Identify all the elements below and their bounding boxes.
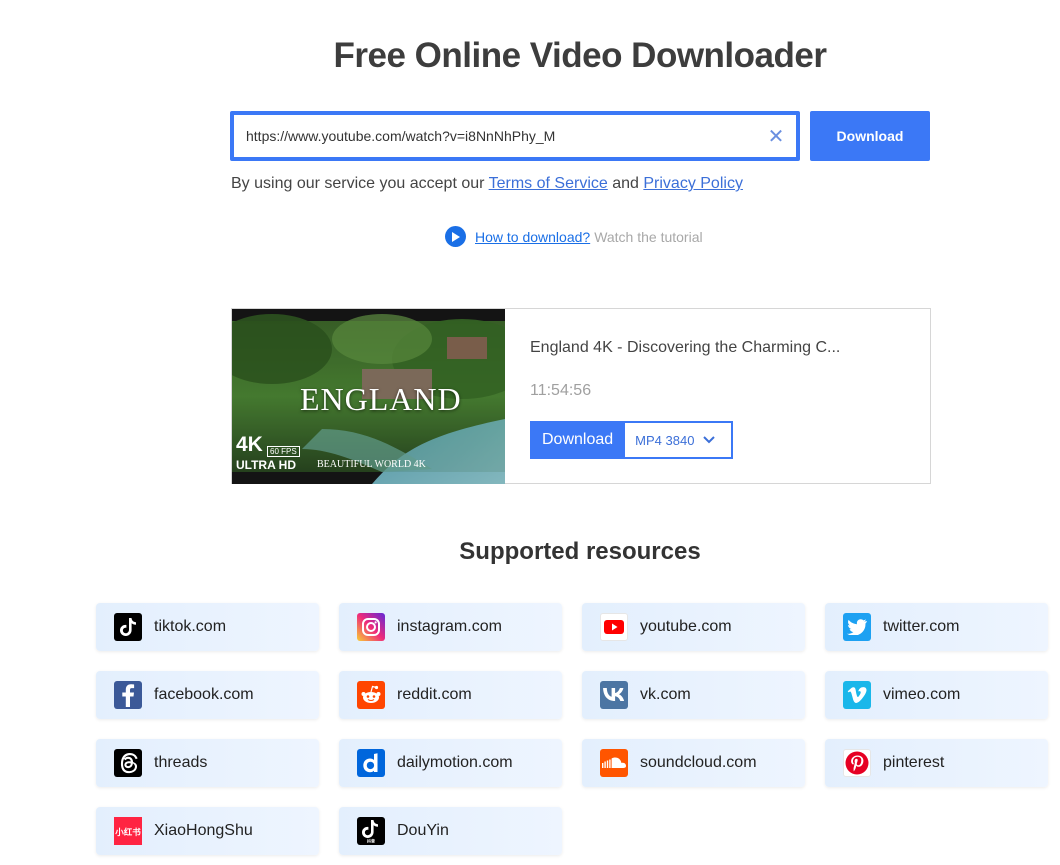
vimeo-icon bbox=[843, 681, 871, 709]
xiaohongshu-icon: 小红书 bbox=[114, 817, 142, 845]
resource-card-instagram[interactable]: instagram.com bbox=[339, 603, 562, 651]
thumbnail-badge-uhd: ULTRA HD bbox=[236, 458, 296, 472]
vk-icon bbox=[600, 681, 628, 709]
resource-label: threads bbox=[154, 754, 208, 771]
dailymotion-icon bbox=[357, 749, 385, 777]
resource-card-xiaohongshu[interactable]: 小红书 XiaoHongShu bbox=[96, 807, 319, 855]
facebook-icon bbox=[114, 681, 142, 709]
supported-resources-grid: tiktok.com instagram.com youtube.com twitte… bbox=[96, 603, 1056, 855]
resource-card-tiktok[interactable]: tiktok.com bbox=[96, 603, 319, 651]
video-download-button[interactable]: Download bbox=[530, 421, 626, 459]
resource-card-reddit[interactable]: reddit.com bbox=[339, 671, 562, 719]
resource-label: vimeo.com bbox=[883, 686, 961, 703]
resource-card-soundcloud[interactable]: soundcloud.com bbox=[582, 739, 805, 787]
resource-card-vimeo[interactable]: vimeo.com bbox=[825, 671, 1048, 719]
video-title: England 4K - Discovering the Charming C.… bbox=[530, 339, 841, 356]
terms-of-service-link[interactable]: Terms of Service bbox=[489, 175, 608, 192]
video-thumbnail: ENGLAND 4K 60 FPS ULTRA HD BEAUTIFUL WOR… bbox=[232, 309, 505, 484]
thumbnail-badge-fps: 60 FPS bbox=[267, 446, 300, 457]
clear-icon[interactable]: ✕ bbox=[756, 115, 796, 157]
resource-card-pinterest[interactable]: pinterest bbox=[825, 739, 1048, 787]
resource-label: dailymotion.com bbox=[397, 754, 513, 771]
pinterest-icon bbox=[843, 749, 871, 777]
douyin-icon: 抖音 bbox=[357, 817, 385, 845]
resource-label: XiaoHongShu bbox=[154, 822, 253, 839]
url-input-container: ✕ bbox=[230, 111, 800, 161]
thumbnail-headline: ENGLAND bbox=[300, 381, 462, 417]
resource-card-facebook[interactable]: facebook.com bbox=[96, 671, 319, 719]
format-select-value: MP4 3840 bbox=[635, 432, 695, 448]
privacy-policy-link[interactable]: Privacy Policy bbox=[643, 175, 743, 192]
url-input[interactable] bbox=[234, 115, 756, 157]
tiktok-icon bbox=[114, 613, 142, 641]
terms-and: and bbox=[607, 175, 644, 192]
soundcloud-icon bbox=[600, 749, 628, 777]
resource-card-threads[interactable]: threads bbox=[96, 739, 319, 787]
resource-card-twitter[interactable]: twitter.com bbox=[825, 603, 1048, 651]
resource-label: pinterest bbox=[883, 754, 945, 771]
resource-label: twitter.com bbox=[883, 618, 960, 635]
resource-label: tiktok.com bbox=[154, 618, 227, 635]
page-title: Free Online Video Downloader bbox=[333, 36, 827, 75]
thumbnail-badge-4k: 4K bbox=[236, 433, 263, 456]
resource-label: soundcloud.com bbox=[640, 754, 757, 771]
twitter-icon bbox=[843, 613, 871, 641]
how-to-download: How to download? Watch the tutorial bbox=[445, 226, 703, 247]
resource-label: instagram.com bbox=[397, 618, 502, 635]
watch-tutorial-text: Watch the tutorial bbox=[594, 228, 703, 245]
download-button[interactable]: Download bbox=[810, 111, 930, 161]
video-result-card: ENGLAND 4K 60 FPS ULTRA HD BEAUTIFUL WOR… bbox=[231, 308, 931, 484]
terms-prefix: By using our service you accept our bbox=[231, 175, 489, 192]
chevron-down-icon bbox=[703, 432, 716, 447]
terms-notice: By using our service you accept our Term… bbox=[231, 175, 743, 193]
svg-text:小红书: 小红书 bbox=[114, 827, 141, 838]
supported-resources-title: Supported resources bbox=[459, 538, 701, 565]
thumbnail-tagline: BEAUTIFUL WORLD 4K bbox=[317, 459, 426, 470]
instagram-icon bbox=[357, 613, 385, 641]
resource-label: reddit.com bbox=[397, 686, 472, 703]
resource-card-dailymotion[interactable]: dailymotion.com bbox=[339, 739, 562, 787]
resource-card-youtube[interactable]: youtube.com bbox=[582, 603, 805, 651]
reddit-icon bbox=[357, 681, 385, 709]
resource-card-vk[interactable]: vk.com bbox=[582, 671, 805, 719]
play-icon[interactable] bbox=[445, 226, 466, 247]
format-select[interactable]: MP4 3840 bbox=[625, 421, 734, 459]
video-actions: Download MP4 3840 bbox=[530, 421, 734, 459]
how-to-download-link[interactable]: How to download? bbox=[475, 229, 590, 245]
video-duration: 11:54:56 bbox=[530, 382, 592, 399]
svg-text:抖音: 抖音 bbox=[367, 838, 375, 844]
threads-icon bbox=[114, 749, 142, 777]
resource-label: DouYin bbox=[397, 822, 449, 839]
youtube-icon bbox=[600, 613, 628, 641]
resource-label: youtube.com bbox=[640, 618, 732, 635]
resource-label: vk.com bbox=[640, 686, 691, 703]
resource-card-douyin[interactable]: 抖音 DouYin bbox=[339, 807, 562, 855]
resource-label: facebook.com bbox=[154, 686, 254, 703]
